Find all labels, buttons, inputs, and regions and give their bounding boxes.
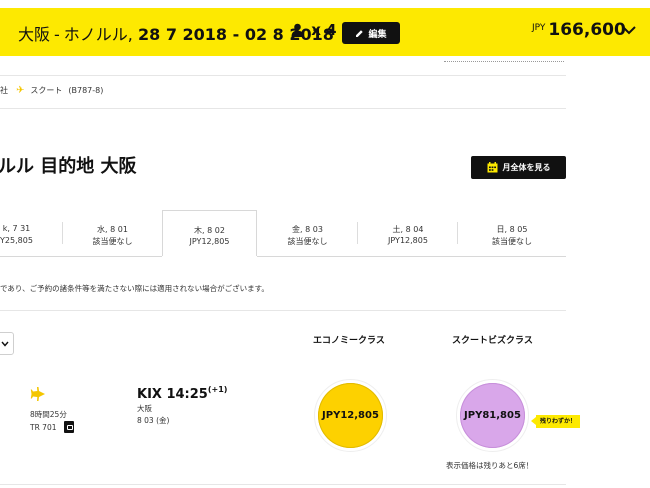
arrival-time: KIX 14:25(+1): [137, 385, 227, 402]
arrival-city: 大阪: [137, 404, 152, 413]
airplane-icon: ✈: [16, 85, 25, 96]
divider: [0, 75, 566, 76]
airplane-icon: [30, 387, 45, 401]
person-icon: [291, 23, 304, 37]
airline-row: 社 ✈ スクート (B787-8): [0, 85, 103, 96]
view-month-button[interactable]: 月全体を見る: [471, 156, 566, 179]
arrival-date: 8 03 (金): [137, 416, 170, 425]
few-seats-badge: 残りわずか！: [530, 415, 581, 428]
date-tab-day: 土, 8 04: [392, 225, 424, 234]
date-tab-price: 該当便なし: [92, 237, 133, 246]
active-tab-gap: [162, 256, 257, 257]
date-tab-price: 該当便なし: [492, 237, 532, 246]
flight-duration: 8時間25分: [30, 410, 67, 419]
date-tabs-baseline: [0, 256, 566, 257]
flight-number: TR 701: [30, 423, 57, 432]
date-tab-price: JPY12,805: [189, 237, 230, 246]
trip-summary-bar[interactable]: 大阪 - ホノルル, 28 7 2018 - 02 8 2018 x 4 編集 JP…: [0, 8, 650, 56]
divider: [0, 484, 566, 485]
airline-name: スクート: [30, 86, 63, 95]
collapsed-panel-edge: [444, 56, 564, 62]
origin-city: 大阪: [18, 25, 51, 44]
date-tab[interactable]: 金, 8 03 該当便なし: [257, 210, 358, 257]
date-tab[interactable]: 土, 8 04 JPY12,805: [358, 210, 458, 257]
total-amount: 166,600: [548, 20, 626, 40]
pencil-icon: [356, 29, 364, 37]
business-class-header: スクートビズクラス: [452, 336, 533, 346]
arrival-time-value: KIX 14:25: [137, 387, 208, 402]
date-tab[interactable]: 日, 8 05 該当便なし: [458, 210, 566, 257]
date-tab-day: 金, 8 03: [292, 225, 323, 234]
meal-icon: [64, 421, 74, 433]
economy-fare-button[interactable]: JPY12,805: [318, 383, 383, 448]
seats-left-note: 表示価格は残りあと6席！: [446, 461, 534, 470]
passenger-summary: x 4: [291, 21, 337, 39]
date-tab[interactable]: k, 7 31 Y25,805: [0, 210, 63, 257]
route-summary: 大阪 - ホノルル, 28 7 2018 - 02 8 2018: [18, 21, 334, 45]
fare-note: であり、ご予約の諸条件等を満たさない際には適用されない場合がございます。: [0, 284, 269, 293]
total-price: JPY 166,600: [532, 20, 626, 40]
date-tab-day: 木, 8 02: [194, 226, 225, 235]
day-offset: (+1): [207, 385, 228, 394]
divider: [0, 310, 566, 311]
date-tab-price: Y25,805: [0, 236, 33, 245]
divider: [0, 108, 566, 109]
date-tab-day: 水, 8 01: [97, 225, 128, 234]
date-tab-price: 該当便なし: [287, 237, 328, 246]
edit-search-button[interactable]: 編集: [342, 22, 400, 44]
total-currency: JPY: [532, 23, 546, 33]
view-month-label: 月全体を見る: [502, 163, 551, 172]
sort-select[interactable]: [0, 332, 14, 355]
date-tab-day: k, 7 31: [2, 224, 31, 233]
operator-label: 社: [0, 86, 8, 95]
business-fare-button[interactable]: JPY81,805: [460, 383, 525, 448]
chevron-down-icon: [1, 341, 9, 347]
date-tab-day: 日, 8 05: [496, 225, 528, 234]
route-separator: -: [54, 25, 60, 44]
date-tab-selected[interactable]: 木, 8 02 JPY12,805: [162, 210, 257, 257]
aircraft-type: (B787-8): [68, 86, 104, 95]
chevron-down-icon[interactable]: [622, 26, 636, 35]
passenger-count: x 4: [311, 21, 337, 39]
calendar-icon: [487, 162, 497, 173]
page-title: ルル 目的地 大阪: [0, 156, 137, 177]
economy-fare-price: JPY12,805: [322, 410, 379, 421]
destination-city: ホノルル,: [63, 25, 133, 44]
economy-class-header: エコノミークラス: [313, 336, 385, 346]
date-tab[interactable]: 水, 8 01 該当便なし: [63, 210, 162, 257]
date-tab-price: JPY12,805: [388, 236, 428, 245]
business-fare-price: JPY81,805: [464, 410, 521, 421]
edit-label: 編集: [368, 29, 387, 40]
date-selector: k, 7 31 Y25,805 水, 8 01 該当便なし 木, 8 02 JP…: [0, 210, 566, 257]
